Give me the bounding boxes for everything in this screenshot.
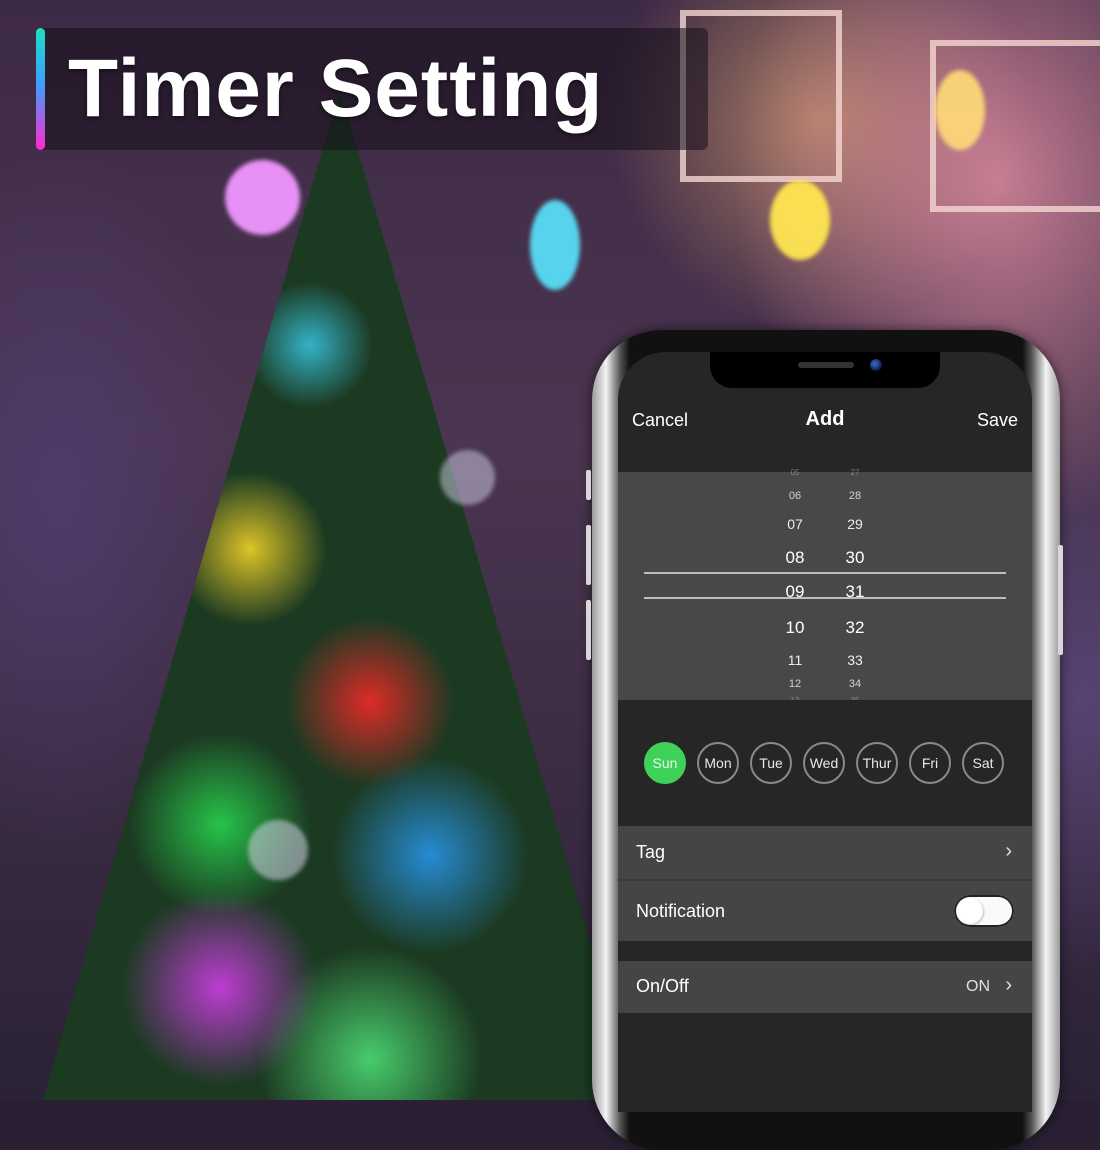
minute-option[interactable]: 30: [825, 548, 885, 568]
light-jar: [770, 180, 830, 260]
day-button-tue[interactable]: Tue: [750, 742, 792, 784]
minute-option[interactable]: 28: [825, 490, 885, 502]
minute-option[interactable]: 27: [825, 468, 885, 477]
minute-option[interactable]: 33: [825, 652, 885, 668]
page-title: Add: [805, 408, 845, 430]
phone-side-button: [586, 600, 591, 660]
banner-title: Timer Setting: [68, 43, 604, 134]
selection-line-bottom: [644, 597, 1006, 599]
day-button-sun[interactable]: Sun: [644, 742, 686, 784]
light-jar: [225, 160, 300, 235]
toggle-knob: [957, 898, 983, 924]
hour-option[interactable]: 10: [765, 618, 825, 638]
phone-side-button: [586, 525, 591, 585]
onoff-label: On/Off: [636, 976, 689, 996]
onoff-row[interactable]: On/Off ON ›: [618, 961, 1032, 1013]
ornament: [248, 820, 308, 880]
hour-option[interactable]: 05: [765, 468, 825, 477]
light-jar: [935, 70, 985, 150]
light-jar: [530, 200, 580, 290]
tag-label: Tag: [636, 842, 666, 862]
hour-option[interactable]: 07: [765, 516, 825, 532]
banner-accent-bar: [36, 28, 45, 150]
day-button-thur[interactable]: Thur: [856, 742, 898, 784]
selection-line-top: [644, 572, 1006, 574]
speaker-grille: [798, 362, 854, 368]
notification-row: Notification: [618, 881, 1032, 941]
chevron-right-icon: ›: [1005, 840, 1012, 862]
notification-label: Notification: [636, 901, 726, 921]
phone-screen: Cancel Add Save 050607080910111213 27282…: [618, 352, 1032, 1112]
hour-option[interactable]: 12: [765, 678, 825, 690]
minute-option[interactable]: 31: [825, 582, 885, 602]
phone-side-button: [1058, 545, 1063, 655]
hour-option[interactable]: 09: [765, 582, 825, 602]
save-button[interactable]: Save: [977, 410, 1018, 431]
hour-option[interactable]: 06: [765, 490, 825, 502]
minute-option[interactable]: 34: [825, 678, 885, 690]
tag-row[interactable]: Tag ›: [618, 826, 1032, 880]
notification-toggle[interactable]: [954, 895, 1014, 927]
camera-icon: [870, 359, 882, 371]
minute-option[interactable]: 29: [825, 516, 885, 532]
onoff-value: ON: [966, 978, 990, 995]
time-picker[interactable]: 050607080910111213 272829303132333435: [618, 468, 1032, 705]
phone-side-button: [586, 470, 591, 500]
chevron-right-icon: ›: [1005, 974, 1012, 996]
day-button-mon[interactable]: Mon: [697, 742, 739, 784]
day-button-sat[interactable]: Sat: [962, 742, 1004, 784]
phone-notch: [710, 352, 940, 388]
repeat-day-selector: Sun Mon Tue Wed Thur Fri Sat: [618, 700, 1032, 826]
day-button-wed[interactable]: Wed: [803, 742, 845, 784]
hour-option[interactable]: 11: [765, 652, 825, 668]
ornament: [440, 450, 495, 505]
minute-option[interactable]: 32: [825, 618, 885, 638]
nav-bar: Cancel Add Save: [618, 404, 1032, 440]
hour-option[interactable]: 08: [765, 548, 825, 568]
day-button-fri[interactable]: Fri: [909, 742, 951, 784]
